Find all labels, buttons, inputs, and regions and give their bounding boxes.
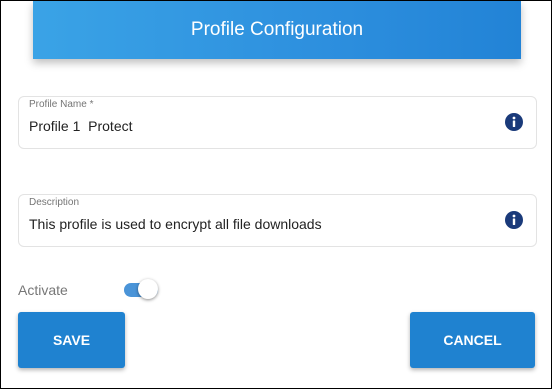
profile-name-field[interactable]: Profile Name * Profile 1 Protect: [18, 96, 537, 149]
profile-name-value[interactable]: Profile 1 Protect: [29, 118, 133, 134]
dialog-title: Profile Configuration: [190, 19, 364, 40]
save-button[interactable]: SAVE: [18, 312, 125, 368]
activate-toggle[interactable]: [122, 278, 162, 302]
dialog-header: Profile Configuration: [33, 1, 521, 59]
toggle-knob: [138, 279, 158, 299]
description-field[interactable]: Description This profile is used to encr…: [18, 194, 537, 247]
description-value[interactable]: This profile is used to encrypt all file…: [29, 216, 322, 232]
info-icon[interactable]: [505, 211, 523, 229]
description-label: Description: [29, 197, 80, 208]
info-icon[interactable]: [505, 113, 523, 131]
activate-label: Activate: [18, 282, 68, 298]
cancel-button[interactable]: CANCEL: [410, 312, 535, 368]
dialog-frame: Profile Configuration Profile Name * Pro…: [0, 0, 552, 389]
profile-name-label: Profile Name *: [29, 99, 94, 110]
